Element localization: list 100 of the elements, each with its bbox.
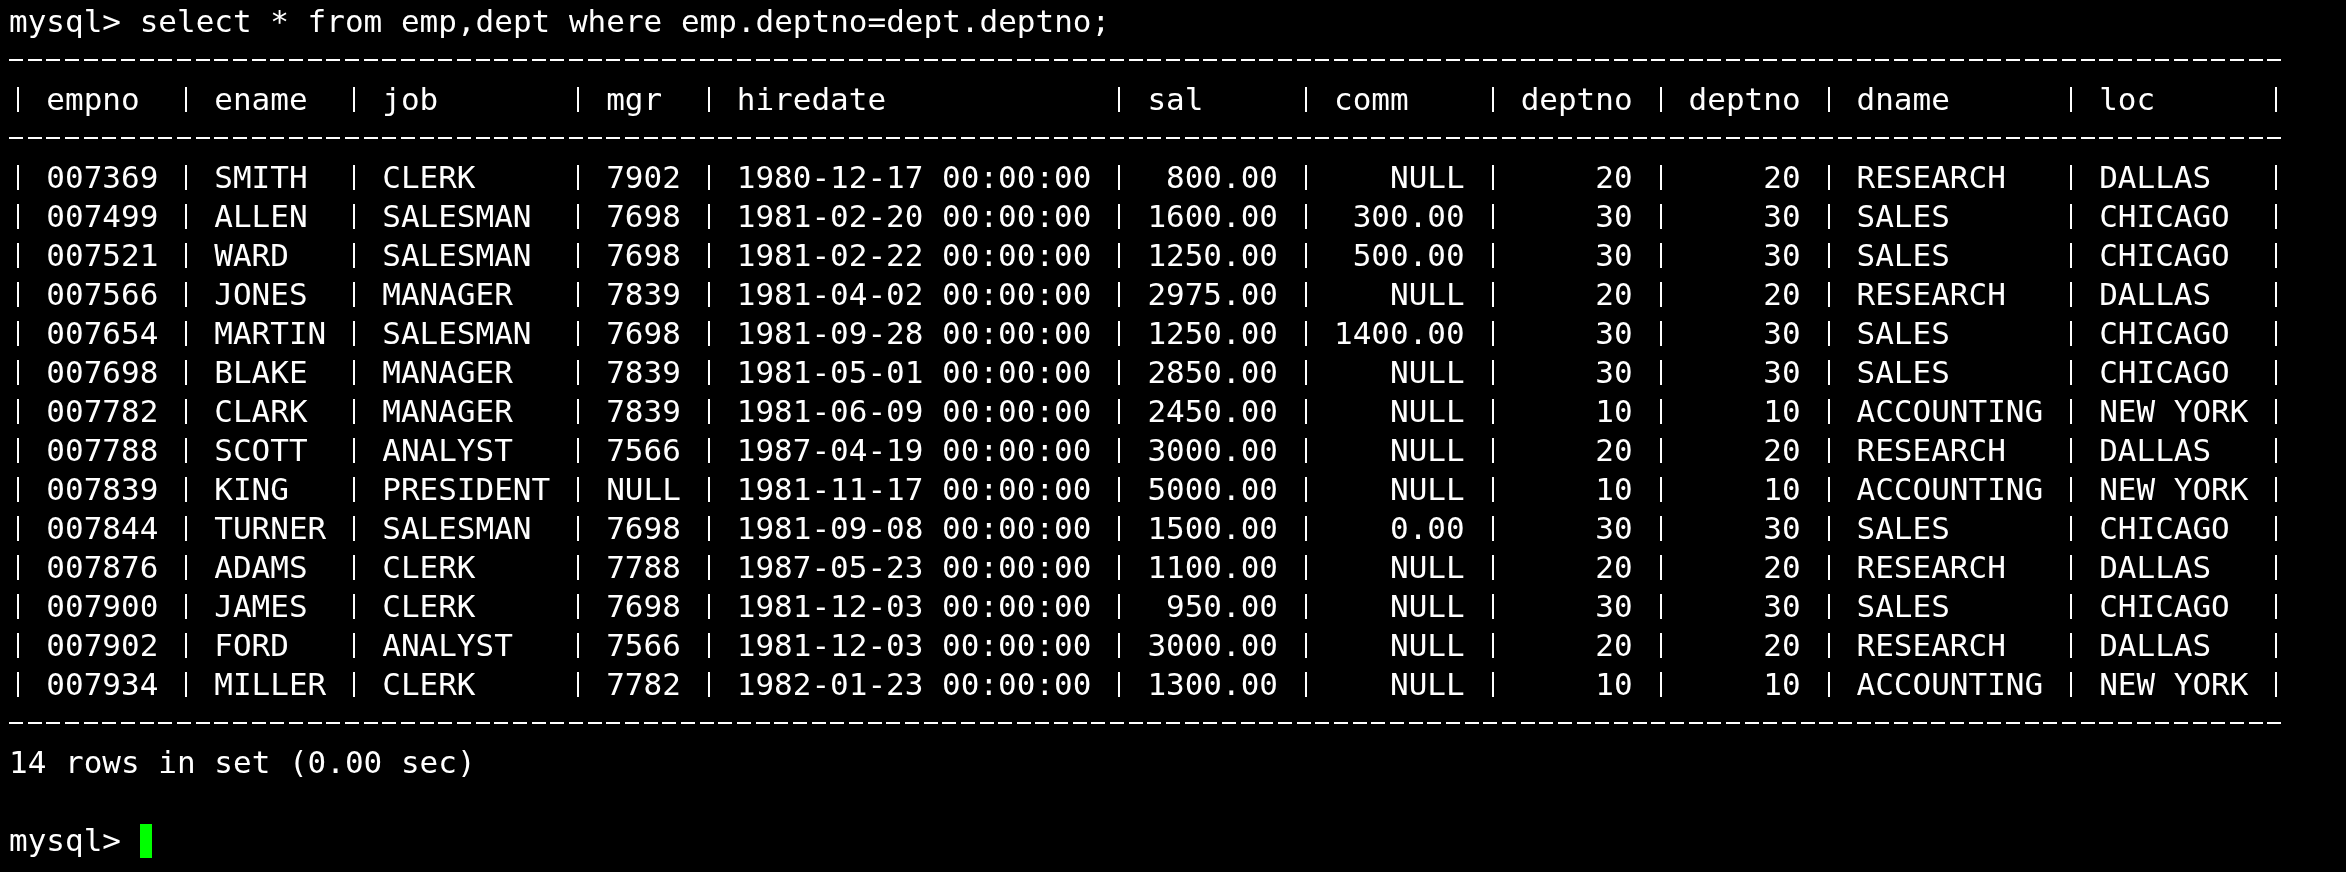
column-header: dname: [1855, 80, 1951, 119]
table-cell-text: 10: [1594, 392, 1634, 431]
table-cell-text: 1981-09-08 00:00:00: [735, 509, 1093, 548]
table-cell-text: 007788: [45, 431, 160, 470]
table-cell-text: MANAGER: [381, 353, 514, 392]
table-cell-text: SALESMAN: [381, 236, 533, 275]
table-cell-text: 0.00: [1389, 509, 1466, 548]
table-cell-text: 30: [1762, 236, 1802, 275]
table-cell-text: 10: [1762, 665, 1802, 704]
column-header: mgr: [605, 80, 664, 119]
table-cell-text: 30: [1594, 353, 1634, 392]
table-cell-text: 20: [1762, 548, 1802, 587]
table-cell-text: 1500.00: [1146, 509, 1280, 548]
prompt-text: mysql>: [9, 821, 121, 860]
table-cell-text: SALES: [1855, 509, 1951, 548]
table-cell-text: 1982-01-23 00:00:00: [735, 665, 1093, 704]
table-cell-text: NULL: [1389, 587, 1466, 626]
table-cell-text: RESEARCH: [1855, 275, 2007, 314]
table-cell-text: 30: [1594, 509, 1634, 548]
table-cell-text: NEW YORK: [2098, 392, 2250, 431]
table-cell-text: ACCOUNTING: [1855, 665, 2045, 704]
table-cell-text: KING: [213, 470, 290, 509]
table-cell-text: 7782: [605, 665, 682, 704]
table-cell-text: SALESMAN: [381, 314, 533, 353]
table-cell-text: 007499: [45, 197, 160, 236]
table-cell-text: 20: [1762, 431, 1802, 470]
table-cell-text: 1400.00: [1333, 314, 1466, 353]
table-cell-text: 007902: [45, 626, 160, 665]
table-cell-text: 20: [1762, 626, 1802, 665]
table-cell-text: CLERK: [381, 587, 477, 626]
table-cell-text: TURNER: [213, 509, 328, 548]
table-cell-text: 1250.00: [1146, 314, 1280, 353]
column-header: hiredate: [735, 80, 888, 119]
table-cell-text: CHICAGO: [2098, 509, 2231, 548]
table-cell-text: 007934: [45, 665, 160, 704]
table-cell-text: 1100.00: [1146, 548, 1280, 587]
cursor: [139, 823, 152, 858]
table-cell-text: RESEARCH: [1855, 548, 2007, 587]
table-cell-text: 10: [1594, 470, 1634, 509]
command-text: select * from emp,dept where emp.deptno=dept.deptno;: [139, 2, 1111, 41]
table-cell-text: 5000.00: [1146, 470, 1280, 509]
table-cell-text: NULL: [1389, 470, 1466, 509]
table-cell-text: MANAGER: [381, 275, 514, 314]
table-cell-text: CLERK: [381, 665, 477, 704]
status-text: 14 rows in set (0.00 sec): [9, 743, 476, 782]
table-cell-text: ANALYST: [381, 626, 514, 665]
table-cell-text: DALLAS: [2098, 626, 2213, 665]
table-cell-text: 7839: [605, 392, 682, 431]
table-cell-text: ACCOUNTING: [1855, 392, 2045, 431]
table-cell-text: NULL: [1389, 275, 1466, 314]
table-cell-text: 007521: [45, 236, 160, 275]
table-cell-text: CLARK: [213, 392, 309, 431]
column-header: deptno: [1687, 80, 1802, 119]
column-header: job: [381, 80, 440, 119]
table-cell-text: PRESIDENT: [381, 470, 552, 509]
table-cell-text: SALES: [1855, 236, 1951, 275]
table-cell-text: 1981-11-17 00:00:00: [735, 470, 1093, 509]
table-cell-text: NULL: [1389, 665, 1466, 704]
table-cell-text: 1981-12-03 00:00:00: [735, 626, 1093, 665]
table-cell-text: NULL: [1389, 548, 1466, 587]
table-cell-text: 20: [1594, 548, 1634, 587]
table-cell-text: NULL: [605, 470, 682, 509]
table-cell-text: 007369: [45, 158, 160, 197]
table-cell-text: CHICAGO: [2098, 236, 2231, 275]
table-cell-text: 7839: [605, 275, 682, 314]
table-cell-text: 1250.00: [1146, 236, 1280, 275]
table-cell-text: MILLER: [213, 665, 328, 704]
column-header: empno: [45, 80, 141, 119]
table-cell-text: 30: [1762, 509, 1802, 548]
table-cell-text: 950.00: [1165, 587, 1280, 626]
table-cell-text: 7788: [605, 548, 682, 587]
table-cell-text: 1987-04-19 00:00:00: [735, 431, 1093, 470]
table-cell-text: 1981-12-03 00:00:00: [735, 587, 1093, 626]
table-cell-text: CHICAGO: [2098, 587, 2231, 626]
table-cell-text: 2850.00: [1146, 353, 1280, 392]
table-cell-text: BLAKE: [213, 353, 309, 392]
prompt-text: mysql>: [9, 2, 121, 41]
table-cell-text: MANAGER: [381, 392, 514, 431]
table-cell-text: 007900: [45, 587, 160, 626]
table-cell-text: 30: [1762, 314, 1802, 353]
table-cell-text: 7902: [605, 158, 682, 197]
table-cell-text: 1600.00: [1146, 197, 1280, 236]
table-cell-text: SALES: [1855, 353, 1951, 392]
table-cell-text: 1300.00: [1146, 665, 1280, 704]
table-cell-text: 1981-05-01 00:00:00: [735, 353, 1093, 392]
table-cell-text: 2975.00: [1146, 275, 1280, 314]
table-cell-text: 30: [1762, 353, 1802, 392]
table-cell-text: 7698: [605, 587, 682, 626]
table-cell-text: SCOTT: [213, 431, 309, 470]
table-cell-text: 1981-02-20 00:00:00: [735, 197, 1093, 236]
table-cell-text: 20: [1762, 275, 1802, 314]
table-cell-text: 10: [1594, 665, 1634, 704]
table-cell-text: 500.00: [1351, 236, 1466, 275]
table-cell-text: 7566: [605, 431, 682, 470]
table-cell-text: 30: [1594, 587, 1634, 626]
table-cell-text: 7698: [605, 509, 682, 548]
table-cell-text: 1981-02-22 00:00:00: [735, 236, 1093, 275]
table-cell-text: MARTIN: [213, 314, 328, 353]
table-cell-text: DALLAS: [2098, 158, 2213, 197]
table-cell-text: CHICAGO: [2098, 353, 2231, 392]
